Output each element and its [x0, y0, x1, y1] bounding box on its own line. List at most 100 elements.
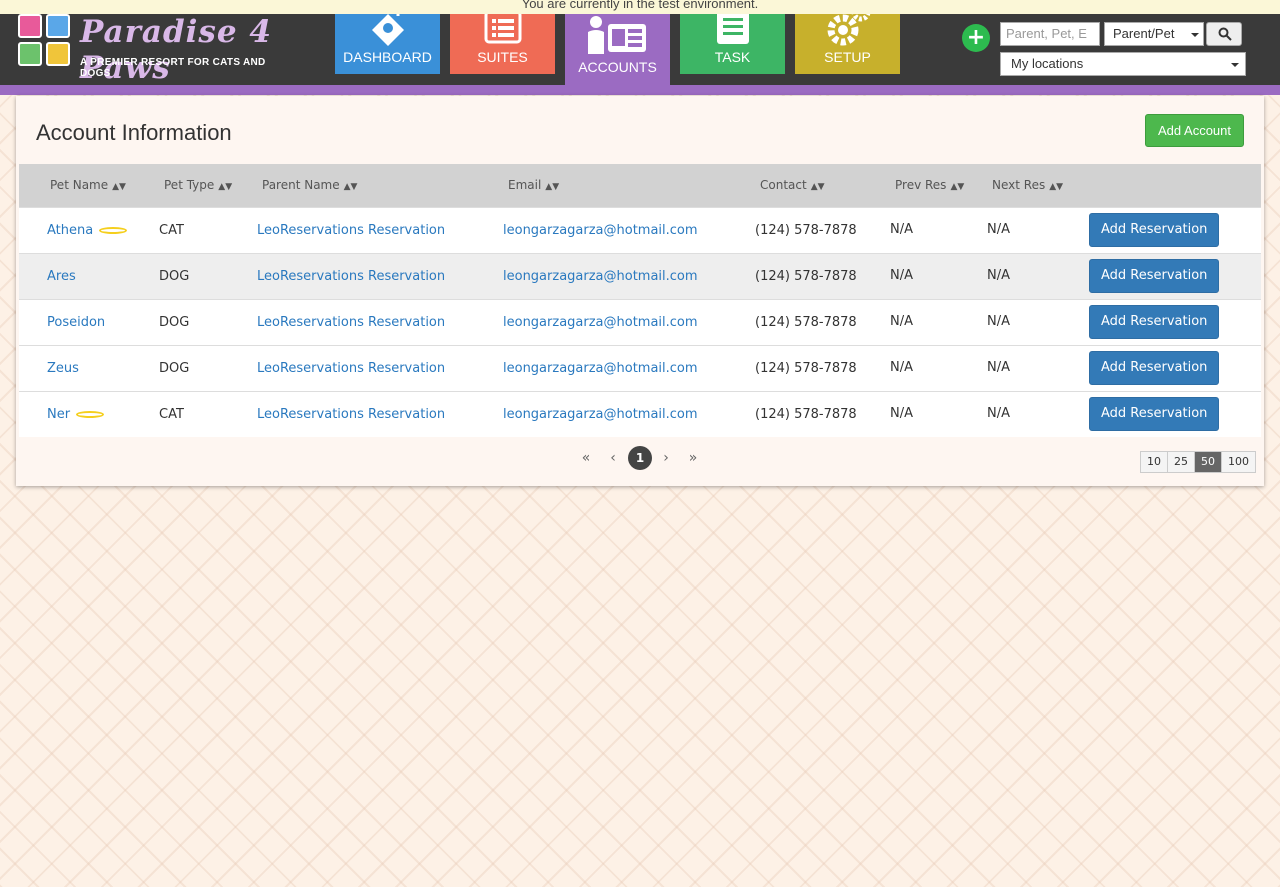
search-icon	[1218, 27, 1232, 41]
search-button[interactable]	[1206, 22, 1242, 46]
next-page-button[interactable]: ›	[654, 446, 678, 470]
add-reservation-button[interactable]: Add Reservation	[1089, 351, 1220, 385]
halo-icon	[99, 226, 128, 234]
next-res-cell: N/A	[987, 313, 1010, 329]
logo-paw-squares	[18, 14, 74, 70]
email-link[interactable]: leongarzagarza@hotmail.com	[503, 315, 698, 330]
table-header-row: Pet Name ▲▼ Pet Type ▲▼ Parent Name ▲▼ Emai…	[19, 164, 1261, 207]
add-reservation-button[interactable]: Add Reservation	[1089, 259, 1220, 293]
header-accent-strip	[0, 85, 1280, 95]
sort-icon: ▲▼	[1049, 182, 1064, 193]
add-account-button[interactable]: Add Account	[1145, 114, 1244, 147]
search-input[interactable]: Parent, Pet, E	[1000, 22, 1100, 46]
first-page-button[interactable]: «	[574, 446, 598, 470]
logo-subtitle: A PREMIER RESORT FOR CATS AND DOGS	[80, 57, 266, 79]
email-link[interactable]: leongarzagarza@hotmail.com	[503, 361, 698, 376]
nav-suites-label: SUITES	[477, 49, 528, 65]
chevron-down-icon	[1231, 63, 1239, 67]
prev-res-cell: N/A	[890, 221, 913, 237]
email-link[interactable]: leongarzagarza@hotmail.com	[503, 407, 698, 422]
sort-icon: ▲▼	[218, 182, 233, 193]
test-environment-text: You are currently in the test environmen…	[521, 0, 759, 11]
pet-type-cell: CAT	[159, 222, 184, 238]
nav-accounts-label: ACCOUNTS	[578, 59, 657, 75]
parent-name-link[interactable]: LeoReservations Reservation	[257, 315, 445, 330]
column-header-parent-name[interactable]: Parent Name ▲▼	[257, 164, 503, 207]
column-header-email[interactable]: Email ▲▼	[503, 164, 755, 207]
parent-name-link[interactable]: LeoReservations Reservation	[257, 223, 445, 238]
current-page-button[interactable]: 1	[628, 446, 652, 470]
next-res-cell: N/A	[987, 267, 1010, 283]
prev-res-cell: N/A	[890, 313, 913, 329]
contact-cell: (124) 578-7878	[755, 406, 857, 422]
next-res-cell: N/A	[987, 221, 1010, 237]
plus-icon: +	[966, 25, 986, 50]
table-row: Ner CAT LeoReservations Reservation leon…	[19, 391, 1261, 437]
quick-add-button[interactable]: +	[962, 24, 990, 52]
parent-name-link[interactable]: LeoReservations Reservation	[257, 269, 445, 284]
contact-cell: (124) 578-7878	[755, 268, 857, 284]
account-panel: Account Information Add Account Pet Name…	[16, 96, 1264, 486]
pet-name-link[interactable]: Ner	[47, 407, 70, 422]
search-type-value: Parent/Pet	[1113, 26, 1175, 41]
parent-name-link[interactable]: LeoReservations Reservation	[257, 361, 445, 376]
table-row: Ares DOG LeoReservations Reservation leo…	[19, 253, 1261, 299]
prev-page-button[interactable]: ‹	[601, 446, 625, 470]
contact-cell: (124) 578-7878	[755, 222, 857, 238]
column-header-next-res[interactable]: Next Res ▲▼	[987, 164, 1089, 207]
next-res-cell: N/A	[987, 359, 1010, 375]
pet-name-link[interactable]: Athena	[47, 223, 93, 238]
pet-name-link[interactable]: Zeus	[47, 361, 79, 376]
nav-accounts[interactable]: ACCOUNTS	[565, 0, 670, 95]
last-page-button[interactable]: »	[681, 446, 705, 470]
nav-dashboard-label: DASHBOARD	[343, 49, 432, 65]
contact-cell: (124) 578-7878	[755, 360, 857, 376]
prev-res-cell: N/A	[890, 359, 913, 375]
nav-task-label: TASK	[714, 49, 751, 65]
prev-res-cell: N/A	[890, 405, 913, 421]
column-header-pet-name[interactable]: Pet Name ▲▼	[19, 164, 159, 207]
pet-type-cell: DOG	[159, 268, 190, 284]
logo[interactable]: Paradise 4 Paws A PREMIER RESORT FOR CAT…	[18, 14, 298, 86]
add-reservation-button[interactable]: Add Reservation	[1089, 305, 1220, 339]
column-header-actions	[1089, 164, 1261, 207]
sort-icon: ▲▼	[950, 182, 965, 193]
add-reservation-button[interactable]: Add Reservation	[1089, 213, 1220, 247]
column-header-contact[interactable]: Contact ▲▼	[755, 164, 890, 207]
prev-res-cell: N/A	[890, 267, 913, 283]
contact-cell: (124) 578-7878	[755, 314, 857, 330]
column-header-pet-type[interactable]: Pet Type ▲▼	[159, 164, 257, 207]
test-environment-banner: You are currently in the test environmen…	[0, 0, 1280, 14]
page-size-group: 10 25 50 100	[1140, 451, 1256, 473]
id-card-icon	[587, 16, 646, 54]
page-size-10[interactable]: 10	[1141, 452, 1167, 472]
add-reservation-button[interactable]: Add Reservation	[1089, 397, 1220, 432]
nav-setup-label: SETUP	[824, 49, 871, 65]
pet-type-cell: CAT	[159, 406, 184, 422]
page-size-25[interactable]: 25	[1167, 452, 1194, 472]
search-type-select[interactable]: Parent/Pet	[1104, 22, 1204, 46]
chevron-down-icon	[1191, 33, 1199, 37]
next-res-cell: N/A	[987, 405, 1010, 421]
parent-name-link[interactable]: LeoReservations Reservation	[257, 407, 445, 422]
pet-name-link[interactable]: Ares	[47, 269, 76, 284]
location-select[interactable]: My locations	[1000, 52, 1246, 76]
location-value: My locations	[1011, 56, 1084, 71]
pet-name-link[interactable]: Poseidon	[47, 315, 105, 330]
page-title: Account Information	[36, 120, 232, 145]
email-link[interactable]: leongarzagarza@hotmail.com	[503, 223, 698, 238]
page-size-100[interactable]: 100	[1221, 452, 1255, 472]
sort-icon: ▲▼	[343, 182, 358, 193]
pet-type-cell: DOG	[159, 360, 190, 376]
pagination: « ‹ 1 › » 10 25 50 100	[16, 446, 1264, 476]
sort-icon: ▲▼	[112, 182, 126, 193]
pet-type-cell: DOG	[159, 314, 190, 330]
column-header-prev-res[interactable]: Prev Res ▲▼	[890, 164, 987, 207]
email-link[interactable]: leongarzagarza@hotmail.com	[503, 269, 698, 284]
sort-icon: ▲▼	[545, 182, 560, 193]
table-row: Zeus DOG LeoReservations Reservation leo…	[19, 345, 1261, 391]
halo-icon	[76, 410, 105, 418]
table-row: Poseidon DOG LeoReservations Reservation…	[19, 299, 1261, 345]
sort-icon: ▲▼	[810, 182, 825, 193]
page-size-50[interactable]: 50	[1194, 452, 1221, 472]
